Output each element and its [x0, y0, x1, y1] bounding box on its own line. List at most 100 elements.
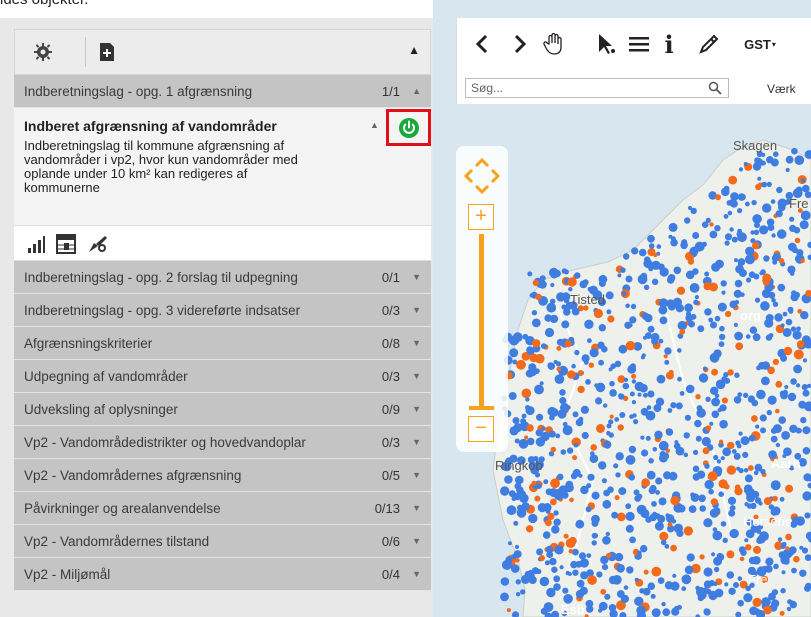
- map-dot: [628, 474, 636, 481]
- map-dot: [715, 259, 724, 269]
- layer-group-row[interactable]: Udpegning af vandområder 0/3 ▼: [14, 360, 431, 393]
- layer-group-row[interactable]: Udveksling af oplysninger 0/9 ▼: [14, 393, 431, 426]
- identify-pointer-icon[interactable]: [593, 30, 619, 58]
- menu-list-icon[interactable]: [626, 30, 652, 58]
- map-dot: [544, 560, 550, 566]
- map-dot: [588, 362, 594, 368]
- pan-arrows-icon[interactable]: [463, 157, 501, 195]
- info-icon[interactable]: i: [661, 30, 677, 59]
- map-dot: [673, 302, 680, 309]
- map-dot: [618, 393, 623, 398]
- layer-group-row[interactable]: Vp2 - Miljømål 0/4 ▼: [14, 558, 431, 591]
- map-dot: [667, 522, 673, 527]
- search-input[interactable]: [466, 79, 696, 97]
- chevron-up-icon[interactable]: ▲: [412, 86, 421, 96]
- zoom-out-button[interactable]: −: [468, 416, 494, 442]
- add-document-icon[interactable]: [93, 38, 121, 66]
- layer-group-label: Afgrænsningskriterier: [24, 335, 153, 351]
- map-dot: [654, 430, 663, 439]
- map-dot: [531, 310, 538, 316]
- edit-tool-icon[interactable]: [86, 234, 107, 254]
- map-dot: [776, 186, 783, 194]
- chevron-down-icon[interactable]: ▼: [412, 437, 421, 447]
- bar-chart-icon[interactable]: [26, 234, 46, 254]
- layer-group-count: 0/9: [381, 401, 400, 417]
- layer-group-label: Indberetningslag - opg. 2 forslag til ud…: [24, 269, 298, 285]
- forward-arrow-icon[interactable]: [509, 30, 531, 58]
- chevron-down-icon[interactable]: ▼: [412, 404, 421, 414]
- chevron-down-icon[interactable]: ▼: [412, 338, 421, 348]
- tools-link[interactable]: Værk: [767, 82, 796, 96]
- table-icon[interactable]: [56, 234, 76, 254]
- map-dot: [727, 369, 734, 376]
- map-dot: [528, 363, 537, 372]
- layer-group-row[interactable]: Afgrænsningskriterier 0/8 ▼: [14, 327, 431, 360]
- map-dot: [617, 424, 624, 431]
- map-dot: [557, 409, 567, 419]
- chevron-down-icon[interactable]: ▼: [412, 470, 421, 480]
- map-dot: [721, 290, 726, 295]
- layer-group-row[interactable]: Indberetningslag - opg. 1 afgrænsning 1/…: [14, 75, 431, 108]
- back-arrow-icon[interactable]: [471, 30, 493, 58]
- layer-group-row[interactable]: Indberetningslag - opg. 3 videreførte in…: [14, 294, 431, 327]
- map-dot: [801, 178, 806, 183]
- layer-group-count: 0/1: [381, 269, 400, 285]
- layer-group-row[interactable]: Indberetningslag - opg. 2 forslag til ud…: [14, 261, 431, 294]
- map-dot: [724, 582, 729, 587]
- gst-menu[interactable]: GST ▾: [740, 30, 780, 58]
- map-dot: [702, 366, 708, 371]
- layer-group-row[interactable]: Vp2 - Vandområdernes afgrænsning 0/5 ▼: [14, 459, 431, 492]
- chevron-down-icon[interactable]: ▼: [412, 371, 421, 381]
- power-toggle-button[interactable]: [386, 109, 431, 146]
- map-dot: [722, 537, 728, 543]
- chevron-down-icon[interactable]: ▼: [412, 569, 421, 579]
- map-dot: [605, 552, 612, 559]
- zoom-slider-track[interactable]: [479, 234, 484, 406]
- map-dot: [609, 414, 614, 419]
- map-dot: [556, 345, 562, 351]
- layer-group-row[interactable]: Påvirkninger og arealanvendelse 0/13 ▼: [14, 492, 431, 525]
- map-dot: [608, 604, 617, 612]
- map-dot: [733, 396, 742, 404]
- map-dot: [562, 425, 573, 436]
- map-dot: [800, 210, 811, 221]
- search-icon[interactable]: [708, 81, 722, 100]
- map-dot: [796, 383, 801, 388]
- chevron-up-icon[interactable]: ▲: [408, 43, 420, 57]
- chevron-down-icon[interactable]: ▼: [412, 305, 421, 315]
- layer-group-row[interactable]: Vp2 - Vandområdernes tilstand 0/6 ▼: [14, 525, 431, 558]
- gear-icon[interactable]: [29, 38, 57, 66]
- map-dot: [626, 566, 634, 574]
- map-dot: [625, 503, 632, 510]
- chevron-up-icon[interactable]: ▲: [370, 120, 379, 130]
- zoom-slider-handle[interactable]: [469, 406, 494, 410]
- map-dot: [734, 258, 738, 263]
- map-dot: [637, 493, 643, 499]
- map-dot: [643, 284, 650, 290]
- map-dot: [745, 246, 755, 256]
- zoom-in-button[interactable]: +: [468, 204, 494, 230]
- map-dot: [665, 371, 674, 380]
- map-dot: [562, 587, 569, 594]
- map-dot: [613, 463, 619, 469]
- map-dot: [788, 242, 797, 252]
- chevron-down-icon[interactable]: ▼: [412, 272, 421, 282]
- map-dot: [783, 558, 790, 565]
- map-dot: [783, 346, 793, 356]
- map-dot: [648, 458, 654, 464]
- map-dot: [787, 265, 796, 274]
- map-dot: [681, 574, 692, 585]
- measure-pen-icon[interactable]: [697, 30, 721, 58]
- map-dot: [714, 225, 721, 232]
- map-dot: [724, 240, 730, 246]
- chevron-down-icon[interactable]: ▼: [412, 536, 421, 546]
- layer-group-row[interactable]: Vp2 - Vandområdedistrikter og hovedvando…: [14, 426, 431, 459]
- map-dot: [771, 599, 780, 608]
- map-dot: [727, 496, 737, 505]
- map-dot: [718, 333, 726, 341]
- map-dot: [536, 413, 544, 421]
- chevron-down-icon[interactable]: ▼: [412, 503, 421, 513]
- gst-label: GST: [744, 36, 771, 52]
- map-dot: [664, 544, 670, 549]
- pan-hand-icon[interactable]: [541, 30, 567, 58]
